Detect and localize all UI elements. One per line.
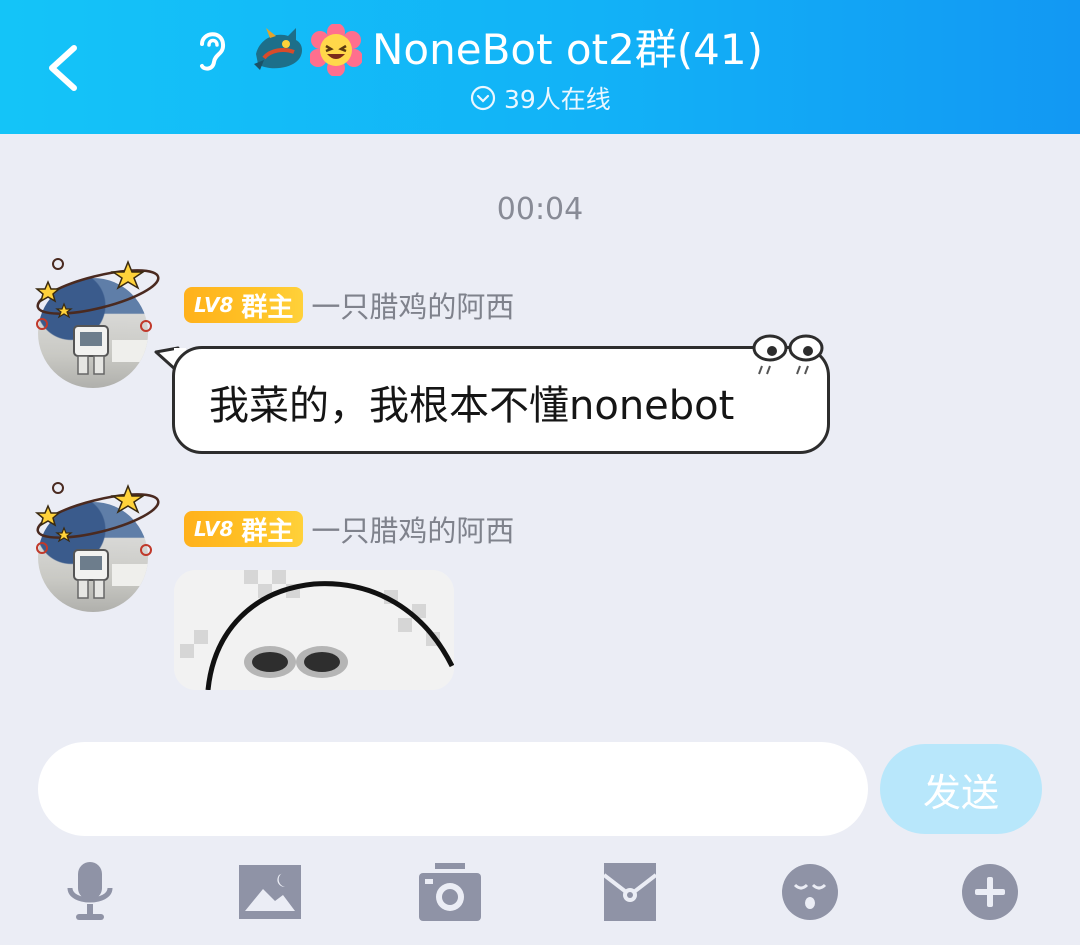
red-packet-icon: [604, 863, 656, 921]
owner-badge: LV8 群主: [184, 287, 304, 323]
sender-nickname[interactable]: 一只腊鸡的阿西: [311, 284, 514, 326]
input-bar: 发送: [0, 734, 1080, 945]
pixel-face-sticker: [174, 570, 454, 690]
sticker-message[interactable]: [174, 570, 454, 690]
emoji-icon: [782, 864, 838, 920]
voice-button[interactable]: [50, 852, 130, 932]
chat-message-list[interactable]: 00:04 LV8 群主 一只腊鸡的阿西 我菜的，我根本不懂nonebot LV…: [0, 134, 1080, 734]
camera-button[interactable]: [410, 852, 490, 932]
red-packet-button[interactable]: [590, 852, 670, 932]
online-status[interactable]: 39人在线: [470, 80, 611, 116]
group-title[interactable]: NoneBot ot2群(41): [372, 22, 763, 78]
header-title-row[interactable]: NoneBot ot2群(41): [190, 22, 763, 78]
sender-meta: LV8 群主 一只腊鸡的阿西: [184, 508, 514, 550]
emoji-button[interactable]: [770, 852, 850, 932]
chevron-left-icon: [49, 45, 77, 91]
back-button[interactable]: [40, 40, 88, 96]
send-button[interactable]: 发送: [880, 744, 1042, 834]
camera-icon: [419, 863, 481, 921]
level-badge: LV8: [194, 293, 234, 317]
photo-button[interactable]: [230, 852, 310, 932]
message-timestamp: 00:04: [496, 192, 584, 227]
message-text[interactable]: 我菜的，我根本不懂nonebot: [209, 373, 734, 431]
sender-avatar[interactable]: [28, 256, 160, 388]
level-badge: LV8: [194, 517, 234, 541]
chat-header: NoneBot ot2群(41) 39人在线: [0, 0, 1080, 134]
ear-icon[interactable]: [190, 24, 234, 76]
halo-stars-icon: [34, 482, 160, 556]
bubble-eyes-decoration: [752, 334, 824, 375]
online-count-label: 39人在线: [504, 85, 611, 114]
role-badge: 群主: [241, 292, 294, 323]
sender-meta: LV8 群主 一只腊鸡的阿西: [184, 284, 514, 326]
sender-avatar[interactable]: [28, 480, 160, 612]
message-input[interactable]: [38, 742, 868, 836]
halo-stars-icon: [34, 258, 160, 332]
dragon-badge-icon: [254, 28, 302, 70]
plus-icon: [962, 864, 1018, 920]
image-icon: [239, 865, 301, 919]
sender-nickname[interactable]: 一只腊鸡的阿西: [311, 508, 514, 550]
message-bubble[interactable]: 我菜的，我根本不懂nonebot: [172, 346, 830, 454]
chevron-down-circle-icon: [470, 85, 496, 111]
laughing-face-icon: [310, 24, 362, 76]
more-button[interactable]: [950, 852, 1030, 932]
role-badge: 群主: [241, 516, 294, 547]
microphone-icon: [67, 862, 113, 920]
owner-badge: LV8 群主: [184, 511, 304, 547]
